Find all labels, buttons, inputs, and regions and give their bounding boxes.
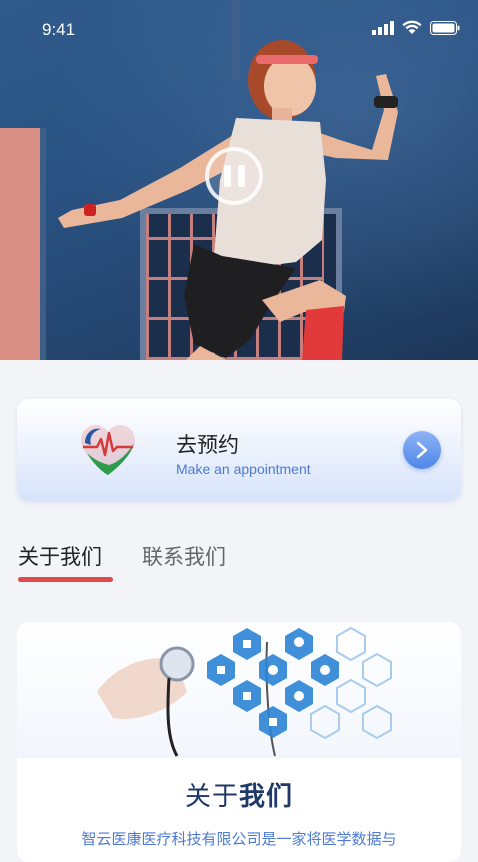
wifi-icon	[402, 20, 422, 34]
active-tab-indicator	[18, 577, 113, 582]
medical-hexagon-illustration	[97, 626, 392, 757]
pause-bar-left	[223, 165, 231, 187]
about-body-text: 智云医康医疗科技有限公司是一家将医学数据与	[81, 830, 397, 848]
appointment-subtitle: Make an appointment	[176, 461, 311, 477]
pause-icon[interactable]	[205, 147, 263, 205]
heart-logo-icon	[81, 425, 135, 475]
pause-bar-right	[237, 165, 245, 187]
medical-banner-image	[17, 622, 461, 758]
hero-video[interactable]: 9:41	[0, 0, 478, 360]
about-heading-prefix: 关于	[184, 782, 239, 812]
tab-about-us[interactable]: 关于我们	[18, 541, 102, 571]
tab-contact-us[interactable]: 联系我们	[142, 541, 226, 571]
chevron-right-glyph	[416, 441, 428, 459]
battery-icon	[430, 20, 460, 35]
about-card: 关于我们 智云医康医疗科技有限公司是一家将医学数据与	[17, 622, 461, 862]
about-heading-bold: 我们	[239, 782, 294, 812]
appointment-card[interactable]: 去预约 Make an appointment	[17, 399, 461, 501]
about-heading: 关于我们	[17, 776, 461, 813]
appointment-title: 去预约	[176, 433, 239, 457]
signal-icon	[372, 20, 394, 35]
status-icons	[372, 20, 460, 35]
status-time: 9:41	[42, 20, 76, 39]
chevron-right-icon[interactable]	[403, 431, 441, 469]
